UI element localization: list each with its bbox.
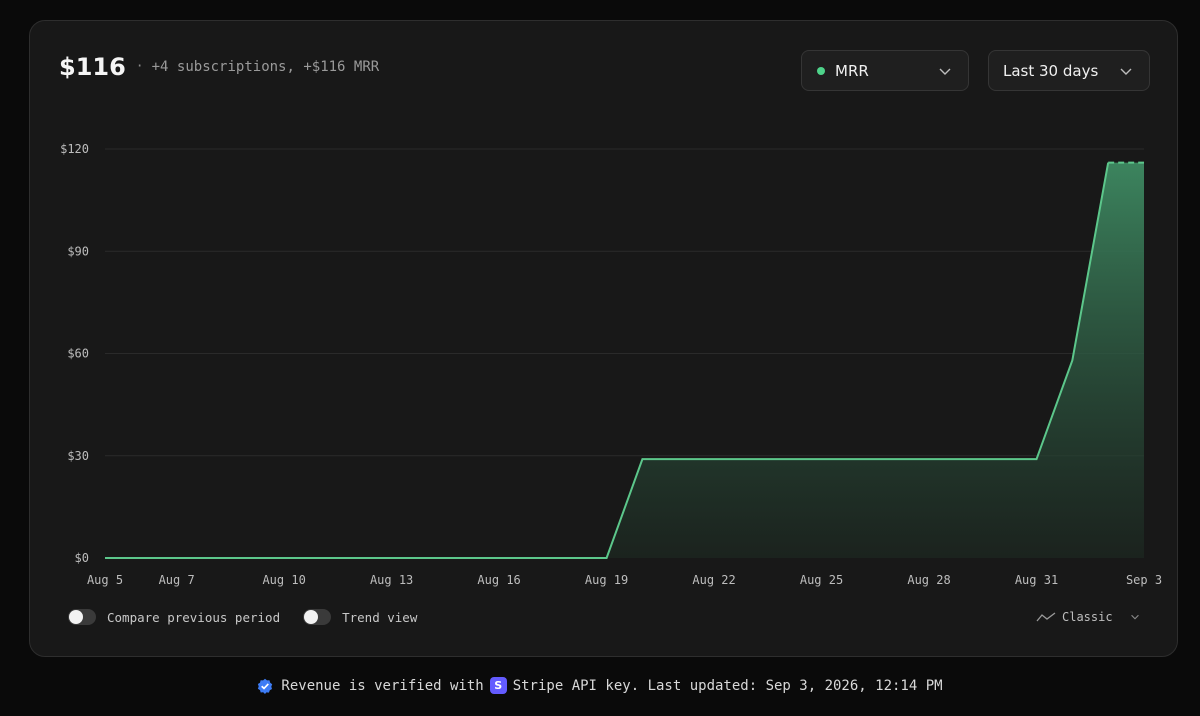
x-tick-label: Aug 7 xyxy=(159,573,195,587)
x-tick-label: Aug 31 xyxy=(1015,573,1058,587)
chevron-down-icon xyxy=(1130,614,1139,620)
trend-toggle[interactable] xyxy=(303,609,332,625)
line-chart-icon xyxy=(1036,612,1056,622)
compare-toggle[interactable] xyxy=(68,609,96,625)
y-tick-label: $0 xyxy=(75,551,89,565)
y-tick-label: $90 xyxy=(67,244,89,258)
x-tick-label: Aug 16 xyxy=(477,573,520,587)
compare-label: Compare previous period xyxy=(107,609,281,625)
x-tick-label: Aug 5 xyxy=(87,573,123,587)
x-tick-label: Aug 13 xyxy=(370,573,413,587)
mrr-area xyxy=(105,162,1144,558)
x-tick-label: Aug 25 xyxy=(800,573,843,587)
stripe-logo-icon: S xyxy=(489,677,507,694)
y-tick-label: $120 xyxy=(60,142,89,156)
y-tick-label: $30 xyxy=(67,449,89,463)
verification-footer: Revenue is verified with S Stripe API ke… xyxy=(0,677,1200,694)
verify-text-after: Stripe API key. Last updated: Sep 3, 202… xyxy=(512,677,943,694)
x-tick-label: Aug 10 xyxy=(262,573,305,587)
trend-label: Trend view xyxy=(342,609,418,625)
toggle-knob xyxy=(69,610,83,624)
mrr-chart: $0 $30 $60 $90 $120 Aug 5 Aug 7 Aug 10 Aug 13 Au… xyxy=(60,142,1162,587)
x-tick-label: Aug 28 xyxy=(907,573,950,587)
revenue-card: $116 · +4 subscriptions, +$116 MRR MRR L… xyxy=(29,20,1178,657)
toggle-knob xyxy=(304,610,319,624)
x-tick-label: Aug 22 xyxy=(692,573,735,587)
verified-badge-icon xyxy=(258,678,273,694)
chart-style-label: Classic xyxy=(1062,610,1113,624)
y-tick-label: $60 xyxy=(67,347,89,361)
x-tick-label: Aug 19 xyxy=(585,573,628,587)
x-tick-label: Sep 3 xyxy=(1126,573,1162,587)
chart-controls: Compare previous period Trend view xyxy=(68,609,417,625)
chart-style-select[interactable]: Classic xyxy=(1036,610,1141,624)
verify-text-before: Revenue is verified with xyxy=(281,677,484,694)
